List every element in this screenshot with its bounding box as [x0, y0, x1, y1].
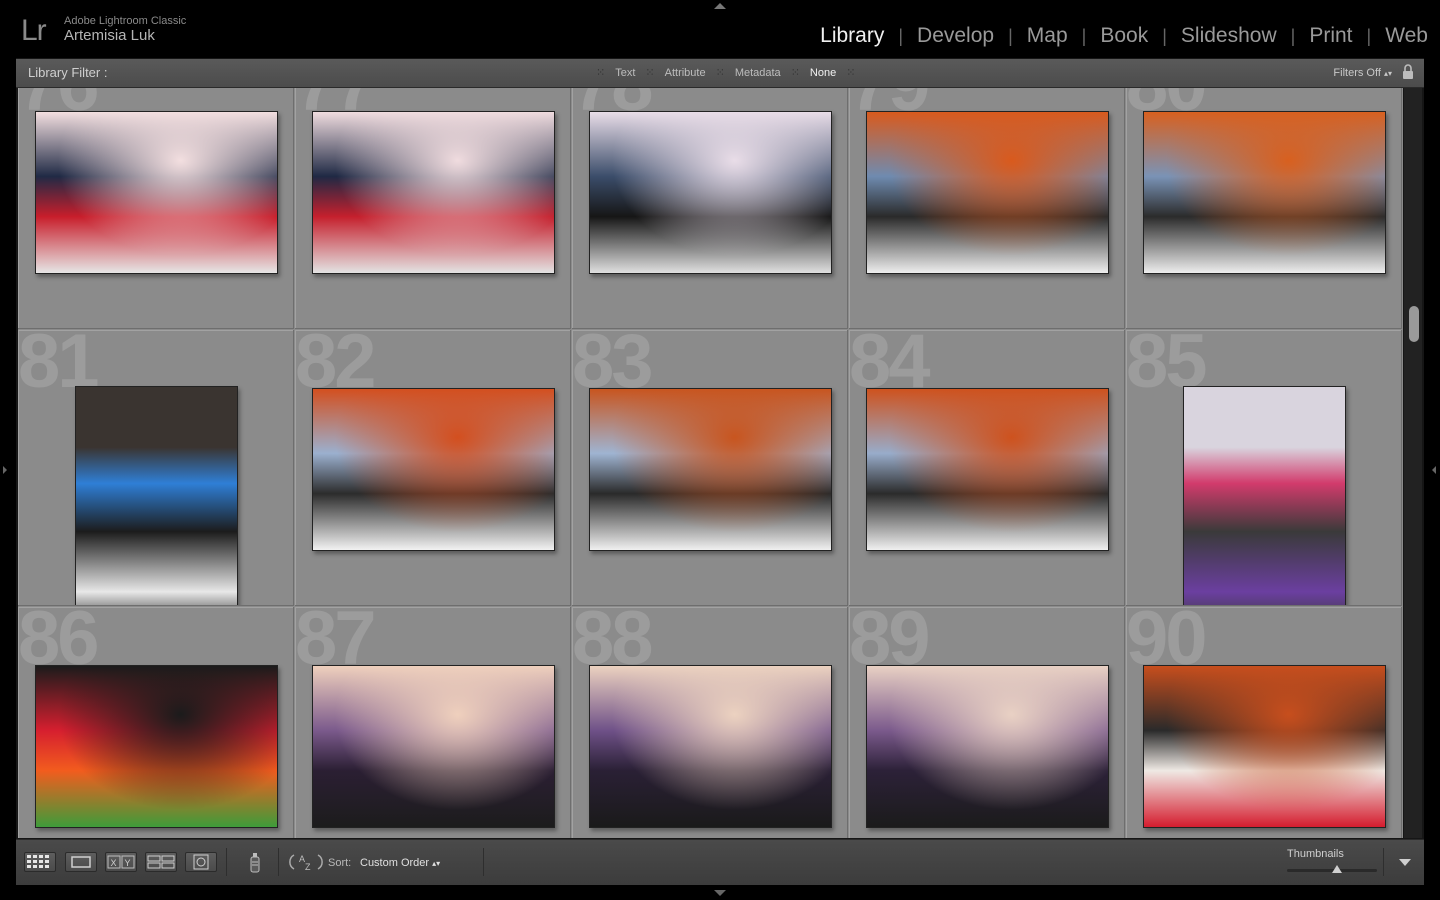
- thumbnail-cell[interactable]: 76: [18, 88, 294, 329]
- filter-tabs: ⁙ Text ⁙ Attribute ⁙ Metadata ⁙ None ⁙: [596, 66, 856, 80]
- sort-direction-icon[interactable]: A Z: [288, 851, 324, 873]
- bottom-panel-toggle-icon[interactable]: [714, 890, 726, 896]
- filter-tab-metadata[interactable]: Metadata: [725, 67, 791, 79]
- svg-text:X: X: [111, 858, 117, 868]
- thumbnail-grid: 7677787980 8182838485 8687888990: [18, 88, 1403, 838]
- survey-view-button[interactable]: [145, 852, 177, 872]
- filter-tab-separator: ⁙: [645, 67, 655, 79]
- right-panel-toggle-icon[interactable]: [1432, 466, 1436, 474]
- face-icon: [193, 854, 209, 870]
- module-separator: |: [1162, 25, 1167, 46]
- sort-value: Custom Order: [360, 857, 430, 869]
- filter-tab-separator: ⁙: [790, 67, 800, 79]
- spray-can-icon[interactable]: [247, 849, 263, 875]
- user-name: Artemisia Luk: [64, 27, 155, 44]
- thumbnail-size-slider-handle[interactable]: [1331, 865, 1342, 873]
- photo-thumbnail[interactable]: [312, 388, 555, 551]
- loupe-view-button[interactable]: [65, 852, 97, 872]
- toolbar-divider: [1383, 848, 1384, 876]
- filter-tab-none[interactable]: None: [800, 67, 846, 79]
- module-print[interactable]: Print: [1309, 24, 1352, 48]
- toolbar: XY A Z Sort: Custom Order ▴▾ Thumbnails: [16, 839, 1424, 885]
- module-separator: |: [898, 25, 904, 46]
- module-separator: |: [1290, 25, 1296, 46]
- grid-view-button[interactable]: [24, 852, 56, 872]
- chevron-updown-icon: ▴▾: [432, 859, 441, 868]
- compare-view-button[interactable]: XY: [105, 852, 137, 872]
- thumbnail-cell[interactable]: 85: [1126, 330, 1402, 606]
- photo-thumbnail[interactable]: [866, 388, 1109, 551]
- filter-tab-separator: ⁙: [596, 67, 606, 79]
- toolbar-content-menu-icon[interactable]: [1399, 859, 1411, 866]
- thumbnail-cell[interactable]: 81: [18, 330, 294, 606]
- app-name: Adobe Lightroom Classic: [64, 15, 187, 27]
- photo-thumbnail[interactable]: [866, 665, 1109, 828]
- thumbnail-cell[interactable]: 86: [18, 607, 294, 838]
- photo-thumbnail[interactable]: [589, 388, 832, 551]
- filters-preset-dropdown[interactable]: Filters Off ▴▾: [1333, 67, 1392, 79]
- toolbar-divider: [226, 848, 227, 876]
- svg-text:Y: Y: [125, 858, 131, 868]
- photo-thumbnail[interactable]: [312, 665, 555, 828]
- module-book[interactable]: Book: [1100, 24, 1148, 48]
- lock-icon[interactable]: [1402, 64, 1414, 80]
- photo-thumbnail[interactable]: [1143, 111, 1386, 274]
- photo-thumbnail[interactable]: [1143, 665, 1386, 828]
- module-map[interactable]: Map: [1027, 24, 1068, 48]
- filter-tab-separator: ⁙: [715, 67, 725, 79]
- photo-thumbnail[interactable]: [589, 111, 832, 274]
- photo-thumbnail[interactable]: [35, 111, 278, 274]
- module-web[interactable]: Web: [1385, 24, 1428, 48]
- filter-tab-text[interactable]: Text: [605, 67, 645, 79]
- module-library[interactable]: Library: [820, 24, 884, 48]
- thumbnail-cell[interactable]: 82: [295, 330, 571, 606]
- lightroom-logo: Lr: [21, 14, 47, 47]
- people-view-button[interactable]: [185, 852, 217, 872]
- photo-thumbnail[interactable]: [589, 665, 832, 828]
- left-panel-toggle-icon[interactable]: [3, 466, 7, 474]
- thumbnail-cell[interactable]: 84: [849, 330, 1125, 606]
- chevron-updown-icon: ▴▾: [1383, 69, 1392, 78]
- thumbnail-cell[interactable]: 78: [572, 88, 848, 329]
- module-picker: Library | Develop | Map | Book | Slideshow | Print…: [820, 24, 1428, 48]
- photo-thumbnail[interactable]: [35, 665, 278, 828]
- grid-scrollbar[interactable]: [1404, 88, 1422, 838]
- library-filter-bar: Library Filter : ⁙ Text ⁙ Attribute ⁙ Metadat…: [16, 59, 1424, 88]
- grid-scrollbar-thumb[interactable]: [1409, 306, 1419, 342]
- top-panel-toggle-icon[interactable]: [714, 3, 726, 9]
- thumbnail-cell[interactable]: 89: [849, 607, 1125, 838]
- thumbnail-cell[interactable]: 88: [572, 607, 848, 838]
- compare-view-icon: XY: [107, 855, 135, 869]
- survey-view-icon: [147, 855, 175, 869]
- photo-thumbnail[interactable]: [1183, 386, 1346, 605]
- filter-tab-attribute[interactable]: Attribute: [655, 67, 716, 79]
- thumbnail-cell[interactable]: 80: [1126, 88, 1402, 329]
- module-separator: |: [1366, 25, 1372, 46]
- thumbnail-cell[interactable]: 77: [295, 88, 571, 329]
- module-separator: |: [1008, 25, 1013, 46]
- filters-preset-value: Filters Off: [1333, 67, 1381, 79]
- thumbnail-cell[interactable]: 79: [849, 88, 1125, 329]
- sort-label: Sort:: [328, 857, 352, 869]
- module-separator: |: [1081, 25, 1087, 46]
- thumbnail-cell[interactable]: 83: [572, 330, 848, 606]
- toolbar-divider: [483, 848, 484, 876]
- photo-thumbnail[interactable]: [75, 386, 238, 605]
- svg-text:Z: Z: [305, 862, 311, 872]
- module-slideshow[interactable]: Slideshow: [1181, 24, 1277, 48]
- photo-thumbnail[interactable]: [866, 111, 1109, 274]
- toolbar-divider: [278, 848, 279, 876]
- grid-view-icon: [27, 855, 49, 868]
- filter-tab-separator: ⁙: [846, 67, 856, 79]
- library-filter-label: Library Filter :: [28, 65, 108, 80]
- thumbnails-label: Thumbnails: [1287, 848, 1344, 860]
- loupe-view-icon: [71, 856, 91, 868]
- identity-plate: Lr Adobe Lightroom Classic Artemisia Luk…: [0, 0, 1440, 57]
- thumbnail-cell[interactable]: 87: [295, 607, 571, 838]
- sort-dropdown[interactable]: Custom Order ▴▾: [360, 857, 440, 869]
- module-develop[interactable]: Develop: [917, 24, 994, 48]
- photo-thumbnail[interactable]: [312, 111, 555, 274]
- thumbnail-cell[interactable]: 90: [1126, 607, 1402, 838]
